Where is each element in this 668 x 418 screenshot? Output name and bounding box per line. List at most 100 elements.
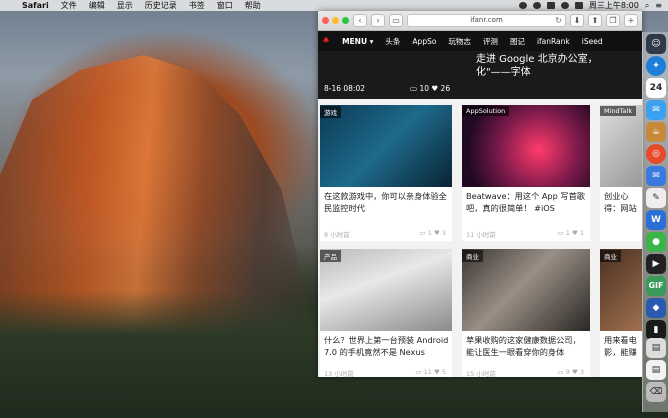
page-content: 走进 Google 北京办公室， 化"——字体 8-16 08:02 ▭ 10 … [318, 51, 642, 377]
address-bar[interactable]: ifanr.com ↻ [407, 14, 566, 27]
comment-icon: ▭ [557, 368, 564, 376]
movie-icon[interactable]: ▶ [646, 254, 666, 274]
menu-safari[interactable]: Safari [22, 1, 49, 10]
messages-icon[interactable]: ✉ [646, 100, 666, 120]
fullscreen-button[interactable] [342, 17, 349, 24]
status-icon-3[interactable] [546, 2, 555, 9]
safari-icon[interactable]: ✦ [646, 56, 666, 76]
article-card[interactable]: 商业 苹果收购的这家健康数据公司，能让医生一眼看穿你的身体 15 小时前 ▭ 9… [462, 249, 590, 377]
nav-item-ifanrank[interactable]: ifanRank [537, 37, 570, 46]
featured-likes: 26 [440, 84, 451, 93]
nav-item-wanwuzhi[interactable]: 玩物志 [448, 36, 471, 47]
wechat-icon[interactable]: ● [646, 232, 666, 252]
nav-item-iseed[interactable]: iSeed [582, 37, 603, 46]
heart-icon: ♥ [571, 368, 578, 376]
category-tag: AppSolution [462, 106, 510, 116]
reload-icon[interactable]: ↻ [555, 15, 562, 26]
article-comments: 9 [565, 368, 570, 376]
forward-button[interactable]: › [371, 14, 385, 27]
nav-item-tuji[interactable]: 图记 [510, 36, 525, 47]
article-title[interactable]: 创业心得：网站产品化 [604, 190, 640, 216]
nav-item-appso[interactable]: AppSo [412, 37, 436, 46]
menu-bookmarks[interactable]: 书签 [189, 0, 205, 11]
calendar-icon[interactable]: 24 [646, 78, 666, 98]
article-comments: 11 [423, 368, 432, 376]
back-button[interactable]: ‹ [353, 14, 367, 27]
article-likes: 3 [441, 229, 446, 237]
wifi-icon[interactable] [560, 2, 569, 9]
dock: ☺ ✦ 24 ✉ ☕ ◎ ✉ ✎ W ● ▶ GIF ◆ ▮ ▤ ▤ ⌫ [642, 32, 668, 412]
article-card[interactable]: 游戏 在这款游戏中，你可以亲身体验全民监控时代 8 小时前 ▭ 1 ♥ 3 [320, 105, 452, 241]
gif-app-icon[interactable]: GIF [646, 276, 666, 296]
safari-window: ‹ › ▭ ifanr.com ↻ ⬇ ⬆ ❐ + ♠ MENU ▾ 头条 Ap… [318, 11, 642, 377]
article-title[interactable]: Beatwave：用这个 App 写首歌吧，真的很简单！ #iOS [466, 190, 588, 216]
article-title[interactable]: 在这款游戏中，你可以亲身体验全民监控时代 [324, 190, 450, 216]
window-controls [322, 17, 349, 24]
menu-file[interactable]: 文件 [61, 0, 77, 11]
document-icon-2[interactable]: ▤ [646, 360, 666, 380]
menu-help[interactable]: 帮助 [245, 0, 261, 11]
word-icon[interactable]: W [646, 210, 666, 230]
app-icon-2[interactable]: ◆ [646, 298, 666, 318]
article-time: 11 小时前 [466, 231, 496, 239]
article-time: 15 小时前 [466, 370, 496, 377]
nav-item-headline[interactable]: 头条 [385, 36, 400, 47]
article-card[interactable]: 商业 用来看电影，能赚 [600, 249, 642, 377]
app-icon[interactable]: ☕ [646, 122, 666, 142]
article-title[interactable]: 苹果收购的这家健康数据公司，能让医生一眼看穿你的身体 [466, 334, 588, 360]
comment-icon: ▭ [410, 84, 418, 93]
article-card[interactable]: MindTalk 创业心得：网站产品化 [600, 105, 642, 241]
article-image [462, 105, 590, 187]
terminal-icon[interactable]: ▮ [646, 320, 666, 340]
article-likes: 1 [579, 229, 584, 237]
search-icon[interactable]: ⌕ [645, 1, 649, 11]
document-icon[interactable]: ▤ [646, 338, 666, 358]
article-card[interactable]: 产品 什么？世界上第一台预装 Android 7.0 的手机竟然不是 Nexus… [320, 249, 452, 377]
sidebar-icon[interactable]: ▭ [389, 14, 403, 27]
minimize-button[interactable] [332, 17, 339, 24]
share-icon[interactable]: ⬆ [588, 14, 602, 27]
finder-icon[interactable]: ☺ [646, 34, 666, 54]
menu-history[interactable]: 历史记录 [145, 0, 177, 11]
category-tag: MindTalk [600, 106, 637, 116]
heart-icon: ♥ [431, 84, 439, 93]
menu-view[interactable]: 显示 [117, 0, 133, 11]
close-button[interactable] [322, 17, 329, 24]
article-likes: 3 [579, 368, 584, 376]
battery-icon[interactable] [574, 2, 583, 9]
heart-icon: ♥ [433, 368, 440, 376]
article-card[interactable]: AppSolution Beatwave：用这个 App 写首歌吧，真的很简单！… [462, 105, 590, 241]
article-time: 8 小时前 [324, 231, 350, 239]
heart-icon: ♥ [571, 229, 578, 237]
featured-date: 8-16 08:02 [324, 84, 366, 93]
article-meta: 13 小时前 ▭ 11 ♥ 5 [324, 368, 446, 377]
nav-item-review[interactable]: 评测 [483, 36, 498, 47]
new-tab-button[interactable]: + [624, 14, 638, 27]
article-title[interactable]: 用来看电影，能赚 [604, 334, 640, 360]
featured-stats: ▭ 10 ♥ 26 [410, 84, 450, 93]
notification-center-icon[interactable]: ≡ [655, 1, 662, 10]
weibo-icon[interactable]: ◎ [646, 144, 666, 164]
article-title[interactable]: 什么？世界上第一台预装 Android 7.0 的手机竟然不是 Nexus [324, 334, 450, 360]
featured-article[interactable]: 走进 Google 北京办公室， 化"——字体 8-16 08:02 ▭ 10 … [318, 51, 642, 99]
trash-icon[interactable]: ⌫ [646, 382, 666, 402]
ifanr-logo-icon[interactable]: ♠ [322, 36, 330, 46]
status-icon-1[interactable] [518, 2, 527, 9]
download-icon[interactable]: ⬇ [570, 14, 584, 27]
menu-window[interactable]: 窗口 [217, 0, 233, 11]
category-tag: 商业 [600, 250, 621, 262]
menu-edit[interactable]: 编辑 [89, 0, 105, 11]
article-meta: 8 小时前 ▭ 1 ♥ 3 [324, 229, 446, 239]
notes-icon[interactable]: ✎ [646, 188, 666, 208]
status-icon-2[interactable] [532, 2, 541, 9]
mail-icon[interactable]: ✉ [646, 166, 666, 186]
site-menu-button[interactable]: MENU ▾ [342, 37, 373, 46]
safari-toolbar: ‹ › ▭ ifanr.com ↻ ⬇ ⬆ ❐ + [318, 11, 642, 31]
comment-icon: ▭ [557, 229, 564, 237]
comment-icon: ▭ [415, 368, 422, 376]
clock[interactable]: 周三上午8:00 [589, 0, 639, 11]
category-tag: 商业 [462, 250, 483, 262]
tabs-icon[interactable]: ❐ [606, 14, 620, 27]
site-nav: ♠ MENU ▾ 头条 AppSo 玩物志 评测 图记 ifanRank iSe… [318, 31, 642, 51]
comment-icon: ▭ [419, 229, 426, 237]
